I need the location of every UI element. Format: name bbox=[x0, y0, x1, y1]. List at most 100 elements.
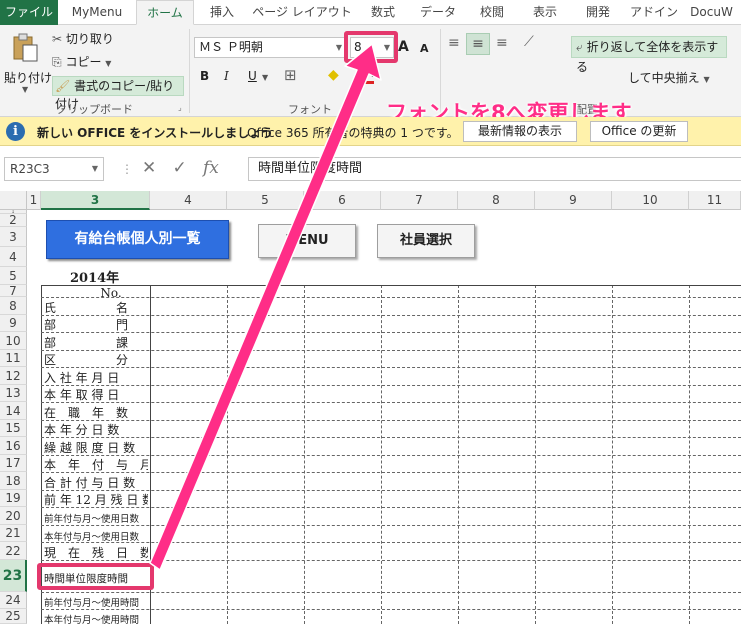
row-header[interactable]: 10 bbox=[0, 332, 27, 350]
employee-select-button[interactable]: 社員選択 bbox=[377, 224, 475, 258]
tab-formulas[interactable]: 数式 bbox=[354, 0, 412, 25]
tab-page-layout[interactable]: ページ レイアウト bbox=[250, 0, 354, 25]
tab-addins[interactable]: アドイン bbox=[626, 0, 682, 25]
show-latest-button[interactable]: 最新情報の表示 bbox=[463, 121, 577, 142]
row-label-category[interactable]: 区 分 bbox=[44, 351, 148, 368]
font-color-icon[interactable]: A bbox=[364, 65, 374, 84]
cancel-icon[interactable]: ✕ bbox=[142, 158, 156, 178]
row-label-current-used-hours[interactable]: 本年付与月～使用時間 bbox=[44, 612, 148, 624]
dialog-launcher-icon[interactable]: ⌟ bbox=[178, 103, 182, 112]
row-header[interactable]: 25 bbox=[0, 609, 27, 624]
formula-input[interactable]: 時間単位限度時間 bbox=[248, 157, 741, 181]
italic-button[interactable]: I bbox=[224, 69, 229, 83]
cut-button[interactable]: ✂ 切り取り bbox=[52, 30, 114, 47]
chevron-down-icon: ▼ bbox=[105, 59, 112, 68]
menu-button[interactable]: MENU bbox=[258, 224, 356, 258]
bold-button[interactable]: B bbox=[200, 69, 209, 83]
row-header[interactable]: 8 bbox=[0, 297, 27, 315]
row-label-carryover-limit[interactable]: 繰 越 限 度 日 数 bbox=[44, 439, 148, 456]
row-label-hire-date[interactable]: 入 社 年 月 日 bbox=[44, 369, 148, 386]
row-header[interactable]: 2 bbox=[0, 214, 27, 227]
row-header[interactable]: 24 bbox=[0, 592, 27, 609]
merge-center-button[interactable]: して中央揃え ▼ bbox=[628, 69, 710, 86]
row-label-current-used-days[interactable]: 本年付与月～使用日数 bbox=[44, 529, 148, 543]
grow-font-button[interactable]: A bbox=[398, 39, 409, 55]
copy-button[interactable]: ⎘ コピー ▼ bbox=[52, 53, 111, 70]
row-header[interactable]: 20 bbox=[0, 507, 27, 525]
column-header[interactable]: 7 bbox=[381, 191, 458, 210]
row-header[interactable]: 5 bbox=[0, 267, 27, 285]
column-header[interactable]: 4 bbox=[150, 191, 227, 210]
row-header[interactable]: 3 bbox=[0, 227, 27, 247]
tab-review[interactable]: 校閲 bbox=[464, 0, 520, 25]
tab-insert[interactable]: 挿入 bbox=[194, 0, 250, 25]
wrap-text-button[interactable]: ⤶ 折り返して全体を表示する bbox=[571, 36, 727, 74]
row-header[interactable]: 12 bbox=[0, 367, 27, 385]
tab-developer[interactable]: 開発 bbox=[570, 0, 626, 25]
paste-button[interactable]: 貼り付け ▼ bbox=[4, 31, 52, 94]
format-painter-button[interactable]: 🖌 書式のコピー/貼り付け bbox=[52, 76, 184, 111]
row-header[interactable]: 16 bbox=[0, 437, 27, 455]
enter-icon[interactable]: ✓ bbox=[172, 158, 186, 178]
ledger-list-button[interactable]: 有給台帳個人別一覧 bbox=[46, 220, 229, 259]
underline-button[interactable]: U bbox=[248, 69, 257, 83]
row-label-days-this-year[interactable]: 本 年 分 日 数 bbox=[44, 421, 148, 438]
border-icon[interactable]: ⊞ bbox=[284, 66, 297, 84]
tab-view[interactable]: 表示 bbox=[520, 0, 570, 25]
select-all-corner[interactable] bbox=[0, 191, 27, 210]
row-header[interactable]: 23 bbox=[0, 560, 27, 592]
font-name-select[interactable]: ＭＳ Ｐ明朝 ▼ bbox=[194, 37, 346, 58]
row-label-acquire-date[interactable]: 本 年 取 得 日 bbox=[44, 386, 148, 403]
tab-home[interactable]: ホーム bbox=[136, 0, 194, 25]
row-header[interactable]: 21 bbox=[0, 525, 27, 542]
align-middle-icon[interactable]: ≡ bbox=[466, 33, 490, 55]
row-label-prev-used-hours[interactable]: 前年付与月～使用時間 bbox=[44, 595, 148, 609]
year-label: 2014年 bbox=[70, 271, 120, 286]
row-label-prev-used-days[interactable]: 前年付与月～使用日数 bbox=[44, 511, 148, 525]
tab-docuw[interactable]: DocuW bbox=[682, 0, 741, 25]
chevron-down-icon[interactable]: ▼ bbox=[262, 73, 268, 82]
font-name-value: ＭＳ Ｐ明朝 bbox=[199, 40, 263, 54]
row-header[interactable]: 4 bbox=[0, 247, 27, 267]
row-label-tenure[interactable]: 在 職 年 数 bbox=[44, 404, 148, 421]
column-header[interactable]: 6 bbox=[304, 191, 381, 210]
row-header[interactable]: 15 bbox=[0, 420, 27, 437]
row-header[interactable]: 7 bbox=[0, 285, 27, 297]
row-header[interactable]: 11 bbox=[0, 350, 27, 367]
row-label-remaining-days[interactable]: 現 在 残 日 数 bbox=[44, 544, 148, 561]
row-header[interactable]: 19 bbox=[0, 490, 27, 507]
row-header[interactable]: 22 bbox=[0, 542, 27, 560]
shrink-font-button[interactable]: A bbox=[420, 42, 429, 55]
column-header[interactable]: 8 bbox=[458, 191, 535, 210]
row-header[interactable]: 17 bbox=[0, 455, 27, 472]
align-top-icon[interactable]: ≡ bbox=[448, 35, 460, 51]
row-header[interactable]: 14 bbox=[0, 402, 27, 420]
tab-file[interactable]: ファイル bbox=[0, 0, 58, 25]
column-header[interactable]: 11 bbox=[689, 191, 741, 210]
column-header[interactable]: 10 bbox=[612, 191, 689, 210]
column-header[interactable]: 3 bbox=[41, 191, 150, 210]
row-label-prev-remaining[interactable]: 前 年 12 月 残 日 数 bbox=[44, 491, 148, 508]
column-header[interactable]: 5 bbox=[227, 191, 304, 210]
row-header[interactable]: 13 bbox=[0, 385, 27, 402]
row-label-no[interactable]: No. bbox=[44, 286, 148, 300]
row-label-section[interactable]: 部 課 bbox=[44, 334, 148, 351]
row-header[interactable]: 18 bbox=[0, 472, 27, 490]
office-update-button[interactable]: Office の更新 bbox=[590, 121, 688, 142]
insert-function-icon[interactable]: fx bbox=[203, 158, 219, 178]
row-header[interactable]: 9 bbox=[0, 315, 27, 332]
name-box[interactable]: R23C3 ▼ bbox=[4, 157, 104, 181]
column-header[interactable]: 1 bbox=[27, 191, 41, 210]
row-label-total-granted[interactable]: 合 計 付 与 日 数 bbox=[44, 474, 148, 491]
row-label-department[interactable]: 部 門 bbox=[44, 316, 148, 333]
tab-data[interactable]: データ bbox=[412, 0, 464, 25]
orientation-icon[interactable]: ⟋ bbox=[524, 34, 534, 50]
fill-color-icon[interactable]: ◆ bbox=[328, 67, 339, 83]
row-label-name[interactable]: 氏 名 bbox=[44, 299, 148, 316]
worksheet-grid[interactable]: 1 3 4 5 6 7 8 9 10 11 1 2 3 4 5 7 8 9 10… bbox=[0, 191, 741, 624]
tab-mymenu[interactable]: MyMenu bbox=[58, 0, 136, 25]
row-label-grant-month[interactable]: 本 年 付 与 月 bbox=[44, 456, 148, 473]
message-bar: i 新しい OFFICE をインストールしましょう Office 365 所有者… bbox=[0, 117, 741, 146]
column-header[interactable]: 9 bbox=[535, 191, 612, 210]
align-bottom-icon[interactable]: ≡ bbox=[496, 35, 508, 51]
